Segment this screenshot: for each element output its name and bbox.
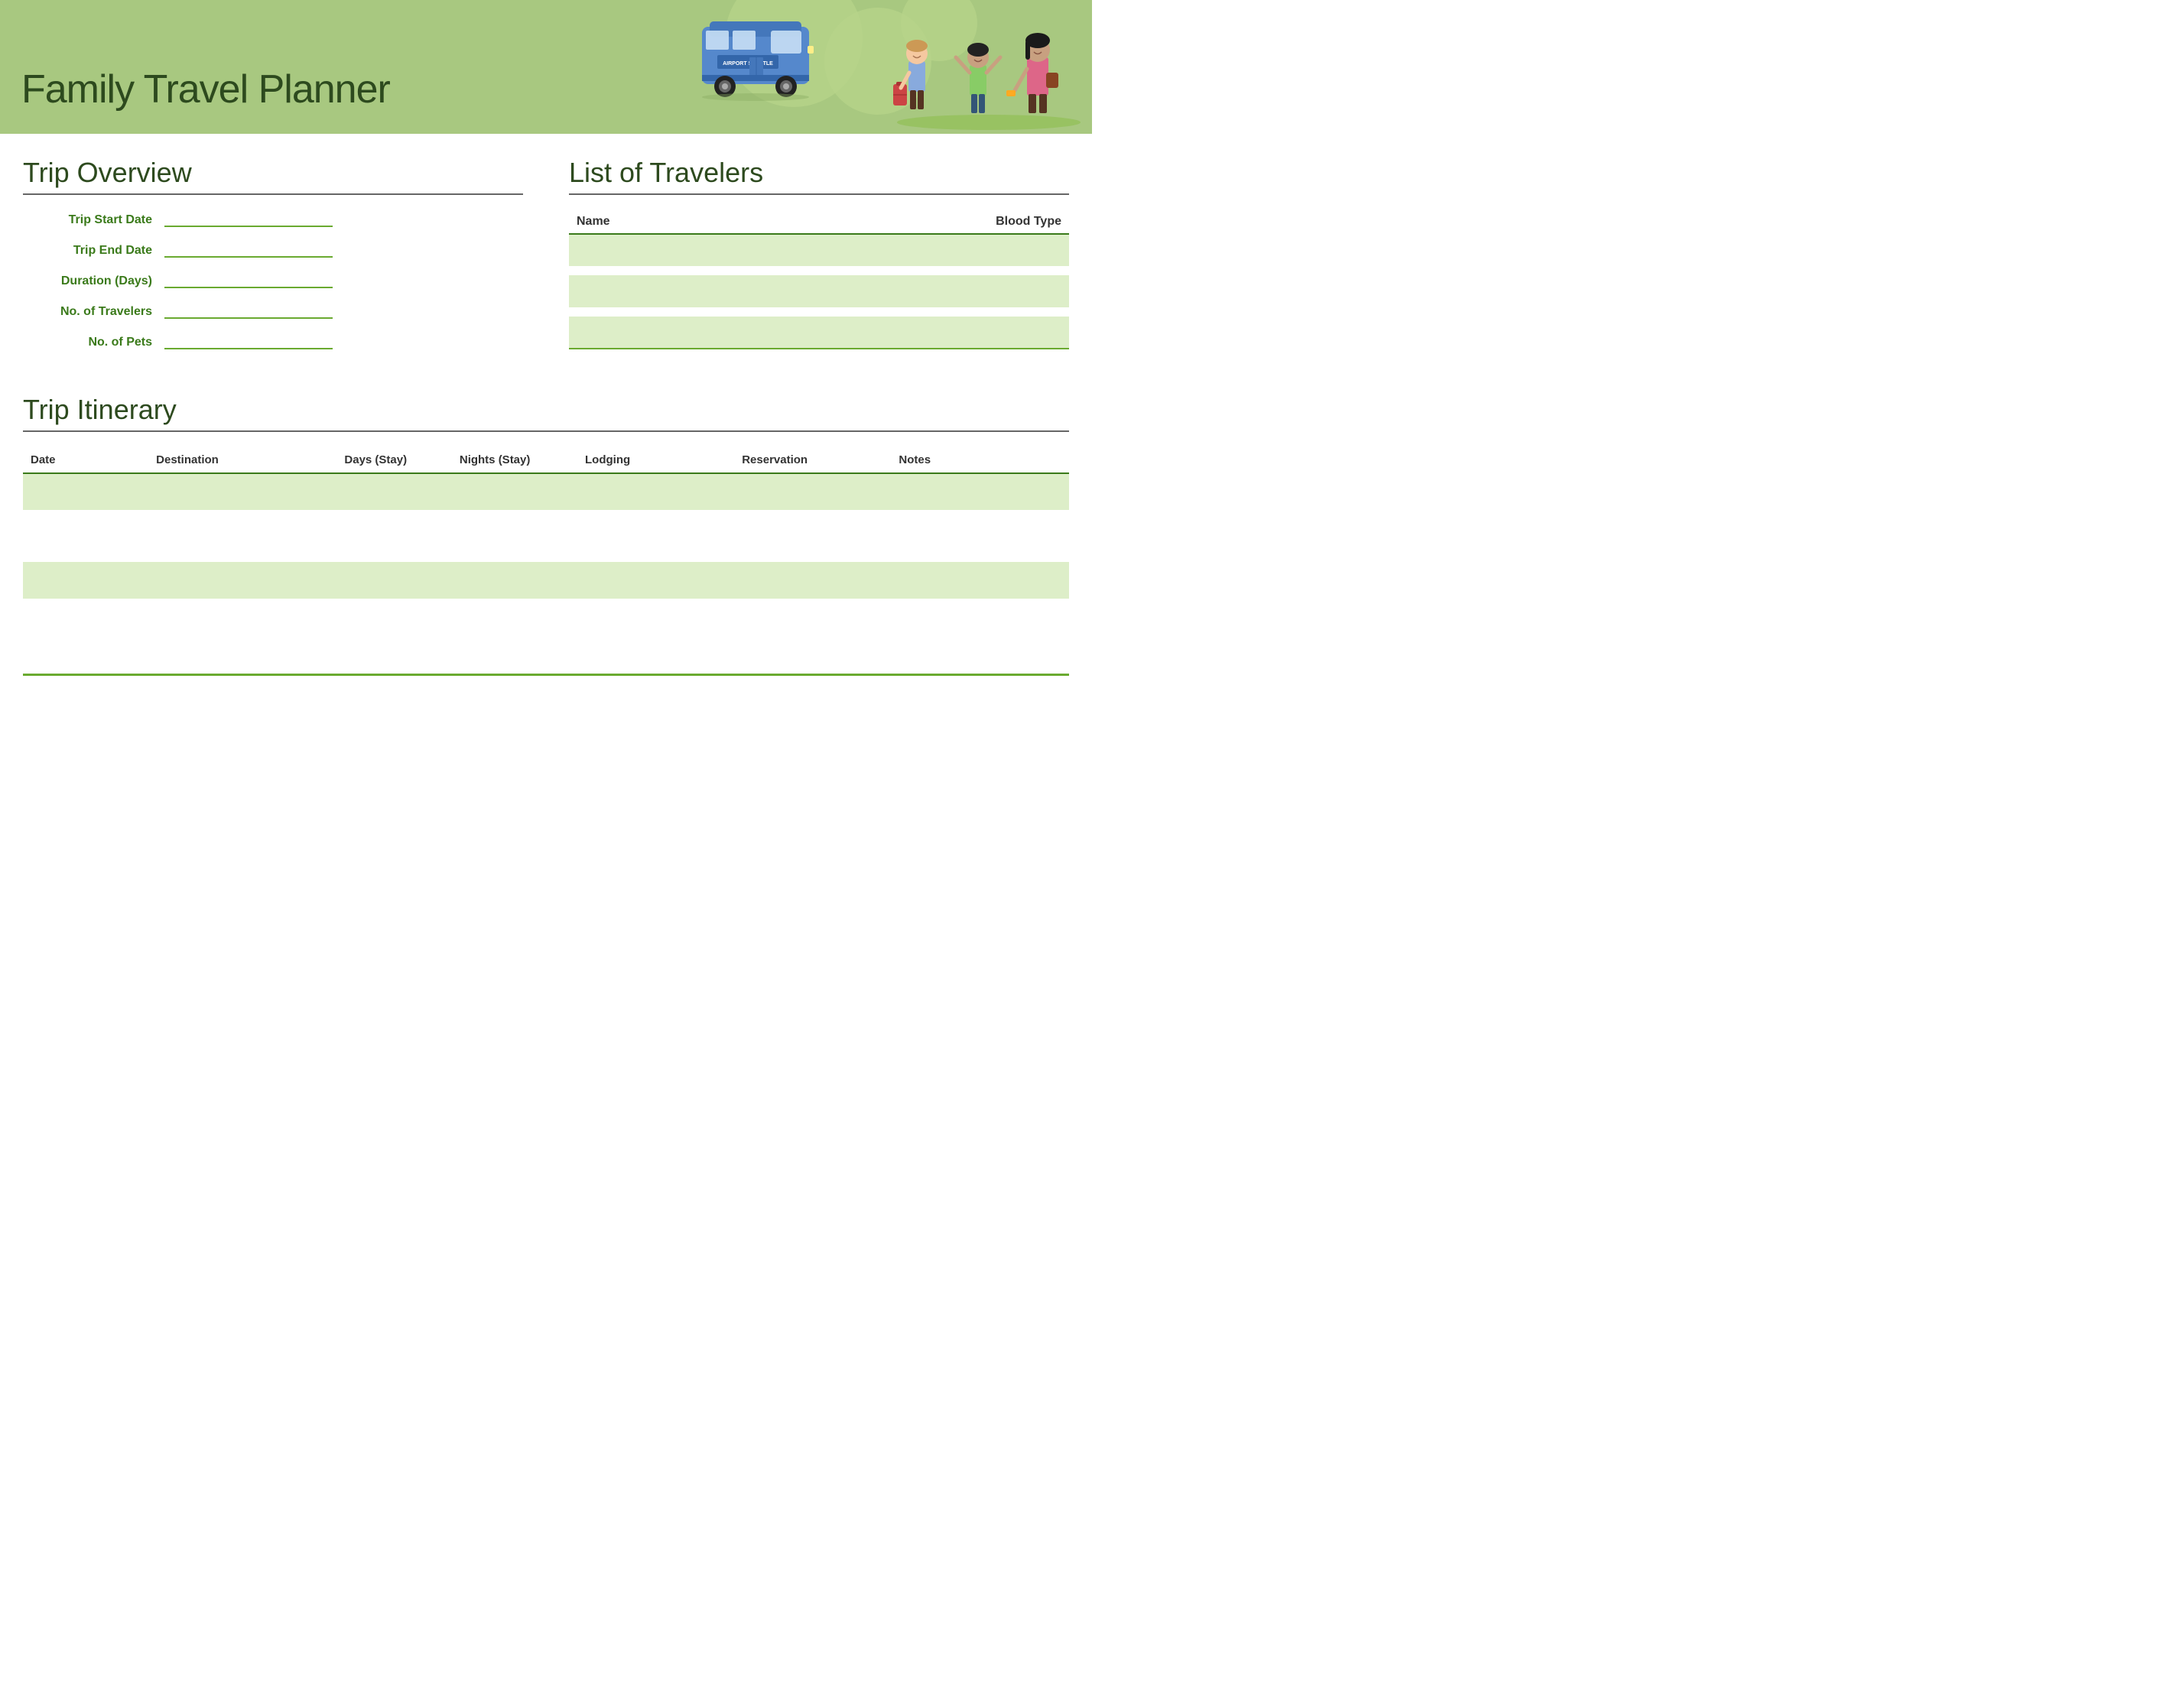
travelers-table: Name Blood Type	[569, 210, 1069, 349]
traveler-row	[569, 317, 1069, 349]
spacer-row	[23, 554, 1069, 562]
people-illustration	[893, 0, 1084, 134]
trip-start-date-label: Trip Start Date	[23, 213, 164, 227]
itinerary-days-stay-cell[interactable]	[336, 562, 451, 599]
itinerary-nights-stay-cell[interactable]	[452, 562, 577, 599]
itinerary-lodging-cell[interactable]	[577, 473, 734, 510]
itinerary-date-col: Date	[23, 447, 148, 473]
trip-end-date-input[interactable]	[164, 241, 333, 258]
itinerary-date-cell[interactable]	[23, 562, 148, 599]
traveler-bloodtype-cell[interactable]	[756, 275, 1069, 307]
overview-travelers-section: Trip Overview Trip Start Date Trip End D…	[23, 157, 1069, 363]
itinerary-date-cell[interactable]	[23, 473, 148, 510]
itinerary-nights-stay-cell[interactable]	[452, 473, 577, 510]
spacer-row	[23, 599, 1069, 606]
itinerary-lodging-cell[interactable]	[577, 562, 734, 599]
traveler-row	[569, 234, 1069, 266]
itinerary-notes-cell[interactable]	[891, 518, 1069, 554]
main-content: Trip Overview Trip Start Date Trip End D…	[0, 134, 1092, 658]
bus-illustration: AIRPORT SHUTTLE	[694, 8, 817, 107]
traveler-name-cell[interactable]	[569, 275, 756, 307]
itinerary-row	[23, 473, 1069, 510]
page-header: Family Travel Planner AIRPORT SHUTTLE	[0, 0, 1092, 134]
travelers-section: List of Travelers Name Blood Type	[569, 157, 1069, 363]
traveler-bloodtype-cell[interactable]	[756, 317, 1069, 349]
travelers-title: List of Travelers	[569, 157, 1069, 195]
itinerary-reservation-cell[interactable]	[734, 473, 891, 510]
duration-days-field: Duration (Days)	[23, 271, 523, 288]
itinerary-destination-cell[interactable]	[148, 606, 336, 643]
no-travelers-input[interactable]	[164, 302, 333, 319]
traveler-name-cell[interactable]	[569, 317, 756, 349]
no-travelers-field: No. of Travelers	[23, 302, 523, 319]
itinerary-reservation-cell[interactable]	[734, 518, 891, 554]
itinerary-title: Trip Itinerary	[23, 394, 1069, 432]
itinerary-row	[23, 518, 1069, 554]
trip-start-date-field: Trip Start Date	[23, 210, 523, 227]
itinerary-section: Trip Itinerary Date Destination Days (St…	[23, 394, 1069, 643]
itinerary-row	[23, 606, 1069, 643]
traveler-name-cell[interactable]	[569, 234, 756, 266]
itinerary-date-cell[interactable]	[23, 606, 148, 643]
no-travelers-label: No. of Travelers	[23, 305, 164, 319]
header-illustration: AIRPORT SHUTTLE	[633, 0, 1092, 134]
itinerary-days-stay-col: Days (Stay)	[336, 447, 451, 473]
no-pets-label: No. of Pets	[23, 336, 164, 349]
spacer-row	[569, 266, 1069, 275]
footer-line	[23, 674, 1069, 676]
trip-start-date-input[interactable]	[164, 210, 333, 227]
itinerary-notes-col: Notes	[891, 447, 1069, 473]
itinerary-reservation-col: Reservation	[734, 447, 891, 473]
itinerary-reservation-cell[interactable]	[734, 562, 891, 599]
spacer-row	[23, 510, 1069, 518]
travelers-name-col-header: Name	[569, 210, 756, 234]
itinerary-lodging-cell[interactable]	[577, 606, 734, 643]
itinerary-row	[23, 562, 1069, 599]
duration-days-input[interactable]	[164, 271, 333, 288]
itinerary-table: Date Destination Days (Stay) Nights (Sta…	[23, 447, 1069, 643]
itinerary-days-stay-cell[interactable]	[336, 473, 451, 510]
itinerary-reservation-cell[interactable]	[734, 606, 891, 643]
svg-text:AIRPORT SHUTTLE: AIRPORT SHUTTLE	[723, 61, 773, 67]
itinerary-lodging-col: Lodging	[577, 447, 734, 473]
itinerary-lodging-cell[interactable]	[577, 518, 734, 554]
itinerary-destination-col: Destination	[148, 447, 336, 473]
traveler-bloodtype-cell[interactable]	[756, 234, 1069, 266]
itinerary-destination-cell[interactable]	[148, 518, 336, 554]
itinerary-notes-cell[interactable]	[891, 473, 1069, 510]
spacer-row	[569, 307, 1069, 317]
itinerary-notes-cell[interactable]	[891, 606, 1069, 643]
itinerary-header-row: Date Destination Days (Stay) Nights (Sta…	[23, 447, 1069, 473]
trip-end-date-field: Trip End Date	[23, 241, 523, 258]
trip-end-date-label: Trip End Date	[23, 244, 164, 258]
travelers-bloodtype-col-header: Blood Type	[756, 210, 1069, 234]
itinerary-nights-stay-col: Nights (Stay)	[452, 447, 577, 473]
traveler-row	[569, 275, 1069, 307]
trip-overview-title: Trip Overview	[23, 157, 523, 195]
itinerary-destination-cell[interactable]	[148, 473, 336, 510]
itinerary-date-cell[interactable]	[23, 518, 148, 554]
itinerary-nights-stay-cell[interactable]	[452, 518, 577, 554]
itinerary-days-stay-cell[interactable]	[336, 606, 451, 643]
travelers-header-row: Name Blood Type	[569, 210, 1069, 234]
itinerary-days-stay-cell[interactable]	[336, 518, 451, 554]
trip-overview-section: Trip Overview Trip Start Date Trip End D…	[23, 157, 523, 363]
page-title: Family Travel Planner	[21, 67, 390, 112]
itinerary-nights-stay-cell[interactable]	[452, 606, 577, 643]
no-pets-input[interactable]	[164, 333, 333, 349]
itinerary-notes-cell[interactable]	[891, 562, 1069, 599]
duration-days-label: Duration (Days)	[23, 274, 164, 288]
no-pets-field: No. of Pets	[23, 333, 523, 349]
itinerary-destination-cell[interactable]	[148, 562, 336, 599]
